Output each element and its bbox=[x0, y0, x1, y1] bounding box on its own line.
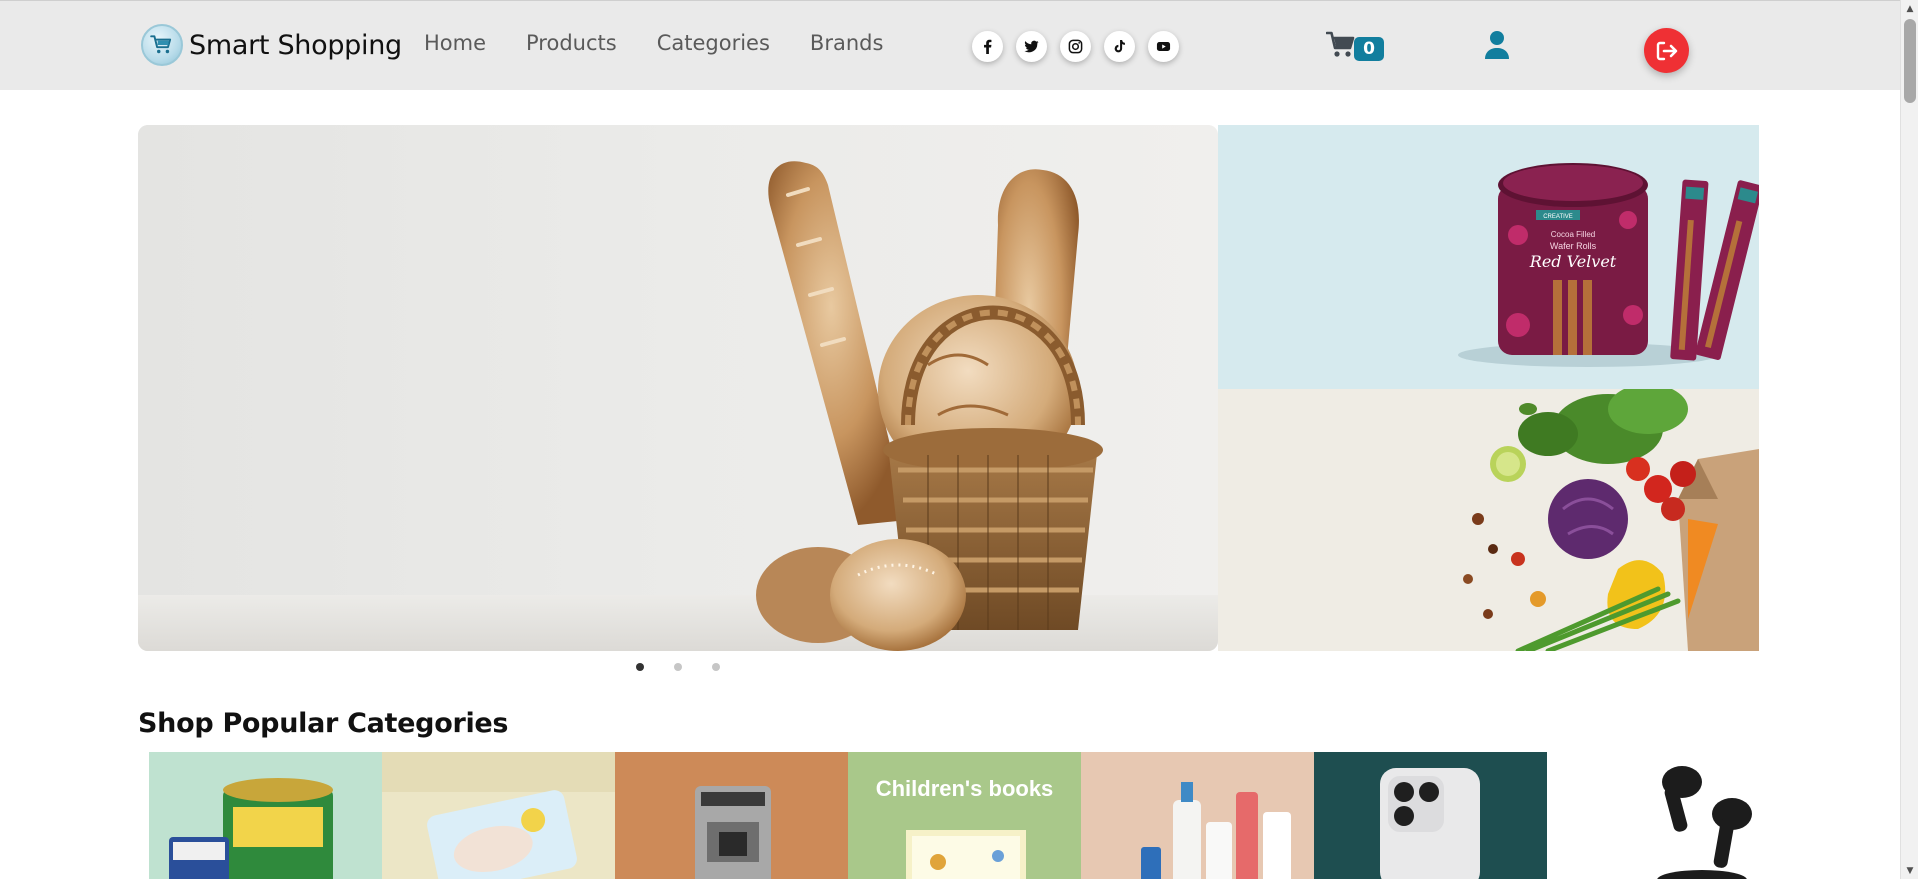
nav-link-categories[interactable]: Categories bbox=[657, 31, 770, 55]
category-tile-childrens-books[interactable]: Children's books bbox=[848, 752, 1081, 879]
logout-button[interactable] bbox=[1644, 28, 1689, 73]
tiktok-icon[interactable] bbox=[1104, 31, 1135, 62]
nav-link-brands[interactable]: Brands bbox=[810, 31, 884, 55]
skincare-image bbox=[1081, 752, 1314, 879]
vegetables-image bbox=[1218, 389, 1759, 651]
childrens-books-label: Children's books bbox=[875, 776, 1054, 801]
cart-button[interactable]: 0 bbox=[1326, 31, 1386, 65]
category-tile-earbuds[interactable] bbox=[1547, 752, 1780, 879]
scroll-down-arrow-icon[interactable]: ▼ bbox=[1901, 862, 1918, 879]
promo-banner-vegetables[interactable] bbox=[1218, 389, 1759, 651]
category-tile-coffee-machine[interactable] bbox=[615, 752, 848, 879]
scroll-up-arrow-icon[interactable]: ▲ bbox=[1901, 0, 1918, 17]
user-account-button[interactable] bbox=[1482, 29, 1512, 61]
page-scrollbar[interactable]: ▲ ▼ bbox=[1900, 0, 1918, 879]
earbuds-image bbox=[1547, 752, 1780, 879]
wafer-rolls-image: CREATIVE Cocoa Filled Wafer Rolls Red Ve… bbox=[1218, 125, 1759, 389]
navbar: Smart Shopping Home Products Categories … bbox=[0, 0, 1900, 90]
user-icon bbox=[1485, 31, 1509, 59]
youtube-icon[interactable] bbox=[1148, 31, 1179, 62]
nav-link-products[interactable]: Products bbox=[526, 31, 617, 55]
category-tile-milk-formula[interactable] bbox=[149, 752, 382, 879]
childrens-books-image bbox=[848, 752, 1081, 879]
hero-slider-dots bbox=[636, 663, 720, 671]
facebook-icon[interactable] bbox=[972, 31, 1003, 62]
shopping-cart-logo-icon bbox=[141, 24, 183, 66]
twitter-icon[interactable] bbox=[1016, 31, 1047, 62]
social-links bbox=[972, 31, 1179, 62]
slider-dot-1[interactable] bbox=[636, 663, 644, 671]
section-title-popular-categories: Shop Popular Categories bbox=[138, 708, 509, 739]
brand[interactable]: Smart Shopping bbox=[141, 23, 402, 67]
promo-banner-wafer-rolls[interactable]: CREATIVE Cocoa Filled Wafer Rolls Red Ve… bbox=[1218, 125, 1759, 389]
slider-dot-2[interactable] bbox=[674, 663, 682, 671]
category-tile-mobile-phones[interactable] bbox=[1314, 752, 1547, 879]
brand-name: Smart Shopping bbox=[189, 29, 402, 61]
wafer-line2-text: Wafer Rolls bbox=[1550, 241, 1597, 251]
category-carousel: Children's books bbox=[149, 752, 1898, 879]
mobile-phone-image bbox=[1314, 752, 1547, 879]
nav-link-home[interactable]: Home bbox=[424, 31, 486, 55]
baby-diapers-image bbox=[382, 752, 615, 879]
main-nav: Home Products Categories Brands bbox=[424, 31, 883, 55]
instagram-icon[interactable] bbox=[1060, 31, 1091, 62]
milk-formula-image bbox=[149, 752, 382, 879]
category-tile-baby-diapers[interactable] bbox=[382, 752, 615, 879]
wafer-line1-text: Cocoa Filled bbox=[1551, 230, 1595, 239]
logout-icon bbox=[1656, 41, 1677, 60]
cart-count-badge: 0 bbox=[1354, 37, 1384, 61]
scrollbar-thumb[interactable] bbox=[1904, 19, 1916, 103]
wafer-brand-text: CREATIVE bbox=[1543, 214, 1573, 220]
cart-icon bbox=[1326, 31, 1355, 57]
wafer-line3-text: Red Velvet bbox=[1529, 252, 1617, 271]
slider-dot-3[interactable] bbox=[712, 663, 720, 671]
coffee-machine-image bbox=[615, 752, 848, 879]
category-tile-skincare[interactable] bbox=[1081, 752, 1314, 879]
bread-basket-image bbox=[138, 125, 1218, 651]
hero-slider-main-image[interactable] bbox=[138, 125, 1218, 651]
